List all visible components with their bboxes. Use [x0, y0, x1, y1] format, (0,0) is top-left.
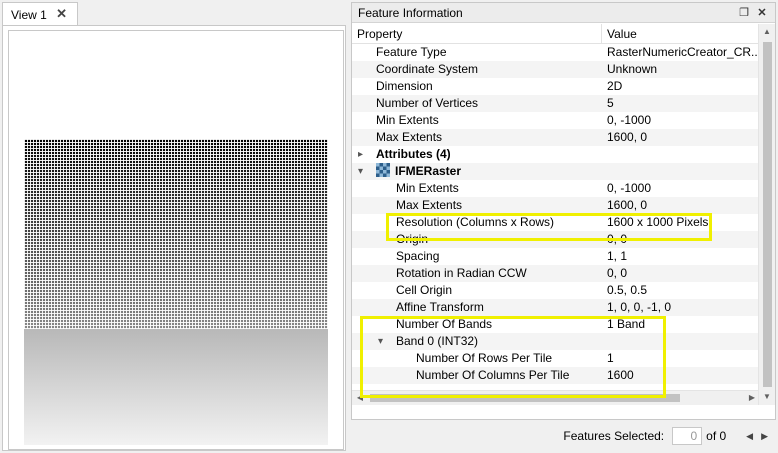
property-cell: Number Of Columns Per Tile [416, 368, 570, 382]
status-bar: Features Selected: 0 of 0 ◀ ▶ [351, 424, 776, 448]
previous-icon[interactable]: ◀ [746, 431, 753, 442]
map-canvas[interactable] [8, 30, 344, 450]
scroll-down-icon[interactable]: ▼ [759, 389, 775, 405]
table-row[interactable]: Coordinate System Unknown [352, 61, 760, 78]
property-cell: Dimension [376, 79, 433, 93]
value-cell: 1, 1 [607, 249, 628, 263]
value-cell: 1600 [607, 368, 634, 382]
float-window-icon[interactable]: ❐ [737, 6, 751, 19]
property-cell: Feature Type [376, 45, 447, 59]
table-header: Property Value [352, 24, 760, 44]
feature-info-table: Property Value Feature Type RasterNumeri… [352, 24, 760, 405]
table-row[interactable]: Number Of Bands 1 Band [352, 316, 760, 333]
table-row[interactable]: Affine Transform 1, 0, 0, -1, 0 [352, 299, 760, 316]
property-cell: Affine Transform [396, 300, 484, 314]
property-cell: Number Of Bands [396, 317, 493, 331]
chevron-right-icon[interactable]: ▸ [358, 146, 363, 163]
property-cell: Max Extents [376, 130, 443, 144]
table-row[interactable]: Feature Type RasterNumericCreator_CR... [352, 44, 760, 61]
close-icon[interactable]: ✕ [755, 6, 769, 19]
features-selected-label: Features Selected: [563, 429, 665, 443]
property-cell: Min Extents [376, 113, 439, 127]
table-row[interactable]: Max Extents 1600, 0 [352, 197, 760, 214]
table-row[interactable]: Origin 0, 0 [352, 231, 760, 248]
view-panel [2, 25, 346, 451]
value-cell: 0, -1000 [607, 181, 652, 195]
table-row[interactable]: Min Extents 0, -1000 [352, 112, 760, 129]
next-icon[interactable]: ▶ [761, 431, 768, 442]
table-row[interactable]: Min Extents 0, -1000 [352, 180, 760, 197]
value-cell: 1600, 0 [607, 198, 648, 212]
value-cell: 1 Band [607, 317, 646, 331]
feature-information-panel: Feature Information ❐ ✕ Property Value F… [351, 2, 776, 420]
table-row-attributes[interactable]: ▸ Attributes (4) [352, 146, 760, 163]
table-row[interactable]: Number Of Columns Per Tile 1600 [352, 367, 760, 384]
selected-count-field[interactable]: 0 [672, 427, 703, 445]
property-cell: Spacing [396, 249, 440, 263]
value-cell: RasterNumericCreator_CR... [607, 45, 760, 59]
value-cell [602, 146, 760, 163]
value-cell [602, 163, 760, 180]
table-row[interactable]: Number of Vertices 5 [352, 95, 760, 112]
table-row-band-0[interactable]: ▾ Band 0 (INT32) [352, 333, 760, 350]
scroll-left-icon[interactable]: ◀ [352, 391, 368, 405]
table-row[interactable]: Rotation in Radian CCW 0, 0 [352, 265, 760, 282]
close-icon[interactable]: ✕ [56, 7, 67, 21]
value-cell: Unknown [607, 62, 658, 76]
panel-title-bar: Feature Information ❐ ✕ [352, 3, 775, 23]
property-cell: Origin [396, 232, 429, 246]
value-cell: 0, 0 [607, 266, 628, 280]
value-cell: 1, 0, 0, -1, 0 [607, 300, 672, 314]
column-header-property[interactable]: Property [352, 24, 602, 43]
value-cell: 1600, 0 [607, 130, 648, 144]
table-row[interactable]: Cell Origin 0.5, 0.5 [352, 282, 760, 299]
property-cell: Resolution (Columns x Rows) [396, 215, 555, 229]
table-row[interactable]: Number Of Rows Per Tile 1 [352, 350, 760, 367]
scrollbar-thumb[interactable] [370, 394, 680, 402]
value-cell: 1 [607, 351, 614, 365]
value-cell: 1600 x 1000 Pixels [607, 215, 709, 229]
column-header-value[interactable]: Value [602, 24, 637, 43]
value-cell: 0.5, 0.5 [607, 283, 648, 297]
property-cell: Band 0 (INT32) [396, 334, 479, 348]
value-cell: 0, -1000 [607, 113, 652, 127]
value-cell: 0, 0 [607, 232, 628, 246]
table-row-ifmeraster[interactable]: ▾ IFMERaster [352, 163, 760, 180]
property-cell: Coordinate System [376, 62, 479, 76]
chevron-down-icon[interactable]: ▾ [358, 163, 363, 180]
chevron-down-icon[interactable]: ▾ [378, 333, 383, 350]
panel-title: Feature Information [358, 5, 463, 20]
property-cell: Number Of Rows Per Tile [416, 351, 553, 365]
table-row[interactable]: Max Extents 1600, 0 [352, 129, 760, 146]
property-cell: Min Extents [396, 181, 459, 195]
table-row[interactable]: Spacing 1, 1 [352, 248, 760, 265]
table-row[interactable]: Resolution (Columns x Rows) 1600 x 1000 … [352, 214, 760, 231]
raster-image [24, 139, 328, 329]
table-row[interactable]: Dimension 2D [352, 78, 760, 95]
vertical-scrollbar[interactable]: ▲ ▼ [758, 24, 775, 405]
property-cell: Cell Origin [396, 283, 453, 297]
horizontal-scrollbar[interactable]: ◀ ▶ [352, 390, 760, 405]
value-cell: 2D [607, 79, 623, 93]
tab-view-1[interactable]: View 1 ✕ [2, 2, 78, 26]
property-cell: Rotation in Radian CCW [396, 266, 527, 280]
scroll-up-icon[interactable]: ▲ [759, 24, 775, 40]
tab-label: View 1 [11, 7, 47, 22]
property-cell: IFMERaster [395, 164, 462, 178]
raster-icon [376, 163, 390, 177]
scrollbar-thumb[interactable] [763, 42, 772, 387]
property-cell: Attributes (4) [376, 147, 451, 161]
value-cell [602, 333, 760, 350]
value-cell: 5 [607, 96, 614, 110]
raster-gradient-area [24, 329, 328, 445]
total-count: of 0 [706, 429, 727, 443]
property-cell: Number of Vertices [376, 96, 479, 110]
property-cell: Max Extents [396, 198, 463, 212]
